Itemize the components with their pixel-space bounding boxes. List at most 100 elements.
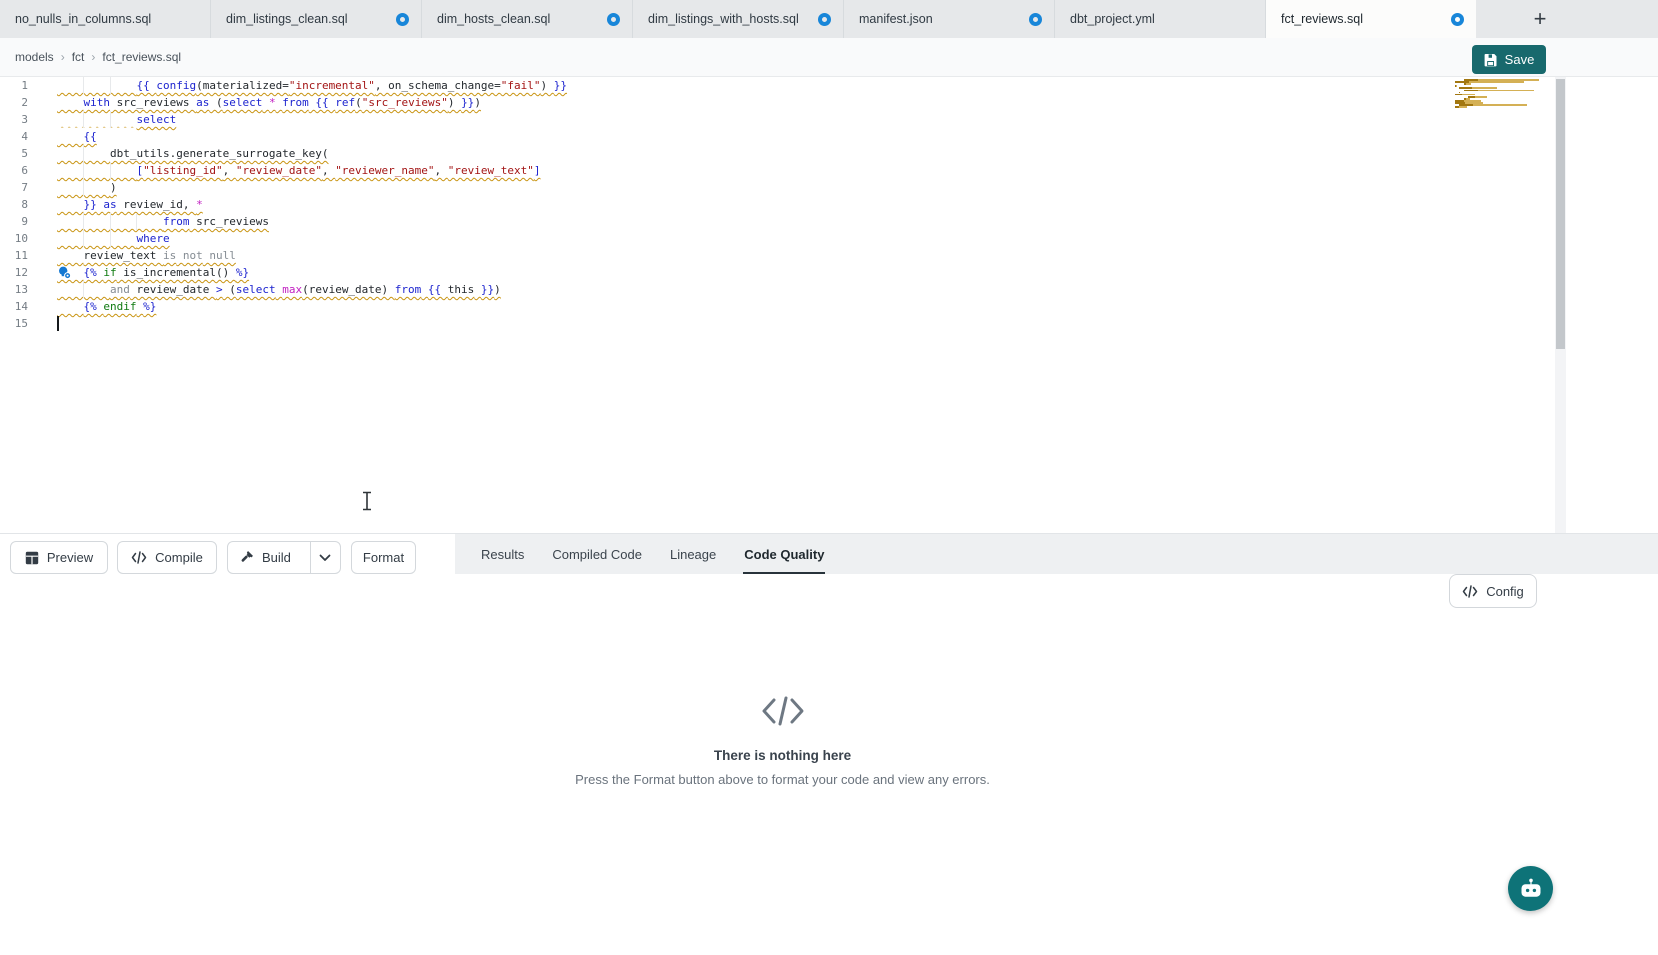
build-button[interactable]: Build [228, 542, 302, 573]
code-line-content: from src_reviews [44, 213, 269, 230]
minimap-line-head [1464, 90, 1478, 92]
indent-guide [136, 213, 137, 230]
empty-state-title: There is nothing here [0, 748, 1565, 763]
line-number: 14 [0, 298, 44, 315]
code-brackets-icon [131, 551, 147, 564]
code-line[interactable]: 5 dbt_utils.generate_surrogate_key( [0, 145, 1566, 162]
code-line[interactable]: 10 where [0, 230, 1566, 247]
config-code-icon [1462, 585, 1478, 598]
file-tab[interactable]: dbt_project.yml [1055, 0, 1266, 38]
format-button[interactable]: Format [351, 541, 416, 574]
indent-guide [110, 111, 111, 128]
panel-tab-results[interactable]: Results [467, 534, 538, 574]
compile-button[interactable]: Compile [117, 541, 217, 574]
chat-assistant-fab[interactable] [1508, 866, 1553, 911]
minimap-line-head [1455, 85, 1456, 87]
file-tab[interactable]: dim_listings_with_hosts.sql [633, 0, 844, 38]
file-tab[interactable]: fct_reviews.sql [1266, 0, 1477, 38]
config-button[interactable]: Config [1449, 574, 1537, 608]
indent-guide [83, 213, 84, 230]
code-line-content: and review_date > (select max(review_dat… [44, 281, 501, 298]
new-tab-button[interactable]: + [1523, 0, 1557, 38]
save-button[interactable]: Save [1472, 45, 1546, 74]
build-dropdown-button[interactable] [310, 542, 340, 573]
editor-scrollbar[interactable] [1555, 77, 1566, 533]
format-button-label: Format [363, 550, 404, 565]
code-line[interactable]: 8 }} as review_id, * [0, 196, 1566, 213]
code-line[interactable]: 6 ["listing_id", "review_date", "reviewe… [0, 162, 1566, 179]
save-button-label: Save [1505, 52, 1535, 67]
file-tab[interactable]: no_nulls_in_columns.sql [0, 0, 211, 38]
breadcrumb-separator: › [91, 50, 95, 64]
code-lines: 1 {{ config(materialized="incremental", … [0, 77, 1566, 332]
editor-scrollbar-thumb[interactable] [1556, 79, 1565, 349]
line-number: 4 [0, 128, 44, 145]
unsaved-dot-icon [396, 13, 409, 26]
file-tab[interactable]: manifest.json [844, 0, 1055, 38]
panel-tab-compiled-code[interactable]: Compiled Code [538, 534, 656, 574]
code-line[interactable]: 13 and review_date > (select max(review_… [0, 281, 1566, 298]
file-tab[interactable]: dim_listings_clean.sql [211, 0, 422, 38]
panel-tab-code-quality[interactable]: Code Quality [730, 534, 838, 574]
hammer-icon [239, 550, 254, 565]
line-number: 9 [0, 213, 44, 230]
code-line-content: {{ [44, 128, 97, 145]
unsaved-dot-icon [607, 13, 620, 26]
line-number: 7 [0, 179, 44, 196]
minimap-line-head [1455, 94, 1462, 96]
line-number: 1 [0, 77, 44, 94]
code-line[interactable]: 7 ) [0, 179, 1566, 196]
chat-bot-icon [1519, 878, 1543, 900]
file-tab-label: dbt_project.yml [1070, 12, 1253, 26]
indent-guide [83, 111, 84, 128]
breadcrumb-item[interactable]: fct_reviews.sql [102, 50, 181, 64]
minimap-line-head [1464, 83, 1466, 85]
line-number: 13 [0, 281, 44, 298]
code-line-content: {% if is_incremental() %} [44, 264, 249, 281]
line-number: 8 [0, 196, 44, 213]
code-line[interactable]: 11 review_text is not null [0, 247, 1566, 264]
code-quality-empty-state: There is nothing here Press the Format b… [0, 694, 1565, 787]
code-line-content: where [44, 230, 170, 247]
line-number: 10 [0, 230, 44, 247]
code-line[interactable]: 9 from src_reviews [0, 213, 1566, 230]
config-button-label: Config [1486, 584, 1524, 599]
line-number: 15 [0, 315, 44, 332]
panel-tab-lineage[interactable]: Lineage [656, 534, 730, 574]
mouse-ibeam-cursor [361, 491, 373, 511]
panel-tab-label: Compiled Code [552, 547, 642, 562]
line-number: 3 [0, 111, 44, 128]
indent-guide [83, 230, 84, 247]
code-line-content: with src_reviews as (select * from {{ re… [44, 94, 481, 111]
file-tab-label: fct_reviews.sql [1281, 12, 1443, 26]
grid-table-icon [25, 551, 39, 565]
code-line[interactable]: 1 {{ config(materialized="incremental", … [0, 77, 1566, 94]
panel-tab-label: Code Quality [744, 547, 824, 562]
breadcrumb-item[interactable]: fct [72, 50, 85, 64]
code-slash-icon [760, 694, 806, 728]
build-button-label: Build [262, 550, 291, 565]
code-line[interactable]: 3 select [0, 111, 1566, 128]
breadcrumb: models›fct›fct_reviews.sql [15, 38, 181, 76]
code-line[interactable]: 12 {% if is_incremental() %} [0, 264, 1566, 281]
indent-guide [110, 162, 111, 179]
file-tab[interactable]: dim_hosts_clean.sql [422, 0, 633, 38]
preview-button[interactable]: Preview [10, 541, 108, 574]
indent-guide [83, 179, 84, 196]
line-number: 6 [0, 162, 44, 179]
minimap[interactable] [1448, 79, 1548, 123]
code-line[interactable]: 15 [0, 315, 1566, 332]
panel-tab-strip: Results Compiled Code Lineage Code Quality [455, 534, 1658, 574]
code-editor[interactable]: 1 {{ config(materialized="incremental", … [0, 77, 1566, 533]
code-line[interactable]: 14 {% endif %} [0, 298, 1566, 315]
unsaved-dot-icon [1029, 13, 1042, 26]
file-tab-label: no_nulls_in_columns.sql [15, 12, 198, 26]
line-number: 5 [0, 145, 44, 162]
line-number: 12 [0, 264, 44, 281]
breadcrumb-item[interactable]: models [15, 50, 54, 64]
code-line[interactable]: 2 with src_reviews as (select * from {{ … [0, 94, 1566, 111]
code-line-content: ) [44, 179, 117, 196]
indent-guide [110, 230, 111, 247]
code-line[interactable]: 4 {{ [0, 128, 1566, 145]
compile-button-label: Compile [155, 550, 203, 565]
